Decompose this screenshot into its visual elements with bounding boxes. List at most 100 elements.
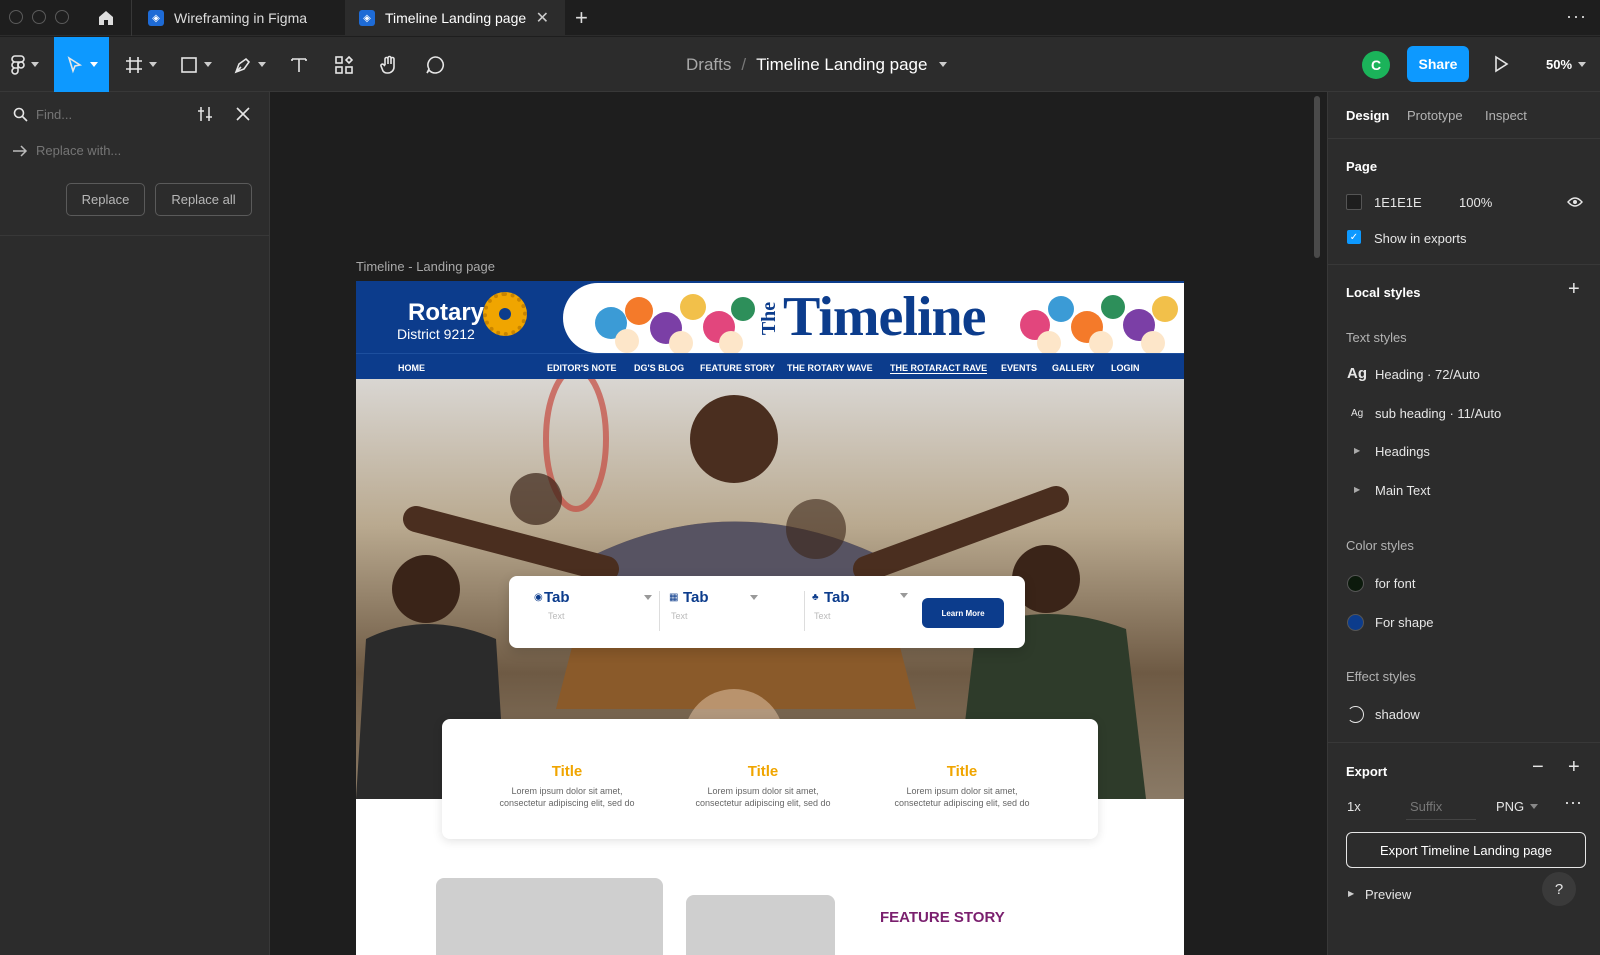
- page-color-value[interactable]: 1E1E1E: [1374, 195, 1422, 210]
- shape-tool-button[interactable]: [175, 37, 217, 92]
- illustrated-faces-right: [1020, 295, 1178, 353]
- vertical-scrollbar[interactable]: [1314, 96, 1320, 258]
- show-in-exports-checkbox[interactable]: ✓: [1347, 230, 1361, 244]
- export-scale[interactable]: 1x: [1347, 799, 1361, 814]
- card-text-1: Lorem ipsum dolor sit amet,: [511, 786, 623, 796]
- comment-tool-button[interactable]: [421, 37, 449, 92]
- eye-icon[interactable]: [1567, 196, 1583, 208]
- nav-events[interactable]: EVENTS: [1001, 363, 1037, 373]
- chevron-down-icon: [644, 595, 652, 600]
- info-card-2[interactable]: Title Lorem ipsum dolor sit amet, consec…: [678, 763, 848, 808]
- zoom-dropdown[interactable]: 50%: [1546, 37, 1587, 92]
- avatar[interactable]: C: [1362, 51, 1390, 79]
- color-swatch-for-font: [1347, 575, 1364, 592]
- color-style-for-font[interactable]: for font: [1375, 576, 1415, 591]
- nav-home[interactable]: HOME: [398, 363, 425, 373]
- window-minimize-button[interactable]: [32, 10, 46, 24]
- new-tab-icon[interactable]: +: [575, 5, 588, 31]
- home-icon[interactable]: [96, 8, 116, 28]
- search-tab-2[interactable]: ▦ Tab Text: [669, 589, 789, 629]
- chevron-down-icon: [900, 593, 908, 598]
- card-title: Title: [747, 763, 779, 780]
- nav-editors-note[interactable]: EDITOR'S NOTE: [547, 363, 616, 373]
- nav-dgs-blog[interactable]: DG'S BLOG: [634, 363, 684, 373]
- text-icon: [291, 57, 307, 72]
- divider: [1328, 264, 1600, 265]
- chevron-down-icon: [750, 595, 758, 600]
- pen-tool-button[interactable]: [229, 37, 271, 92]
- more-options-icon[interactable]: ···: [1566, 6, 1587, 27]
- title-bar: ◈ Wireframing in Figma ◈ Timeline Landin…: [0, 0, 1600, 36]
- color-style-for-shape[interactable]: For shape: [1375, 615, 1434, 630]
- tab-wireframing[interactable]: ◈ Wireframing in Figma: [148, 0, 343, 36]
- tab-label: Timeline Landing page: [385, 10, 527, 26]
- close-icon[interactable]: [236, 107, 250, 121]
- present-button[interactable]: [1493, 55, 1509, 78]
- frame-tool-button[interactable]: [120, 37, 162, 92]
- caret-right-icon[interactable]: ▶: [1354, 446, 1360, 455]
- info-card-3[interactable]: Title Lorem ipsum dolor sit amet, consec…: [877, 763, 1047, 808]
- page-color-swatch[interactable]: [1346, 194, 1362, 210]
- learn-more-button[interactable]: Learn More: [922, 598, 1004, 628]
- play-icon: [1495, 55, 1509, 73]
- nav-gallery[interactable]: GALLERY: [1052, 363, 1095, 373]
- tab-inspect[interactable]: Inspect: [1485, 108, 1527, 123]
- caret-right-icon[interactable]: ▶: [1354, 485, 1360, 494]
- export-format-dropdown[interactable]: PNG: [1496, 799, 1539, 814]
- file-name[interactable]: Timeline Landing page: [756, 55, 927, 75]
- help-button[interactable]: ?: [1542, 872, 1576, 906]
- tab-separator: [131, 0, 132, 36]
- text-style-subheading[interactable]: sub heading · 11/Auto: [1375, 406, 1501, 421]
- local-styles-heading: Local styles: [1346, 285, 1421, 300]
- info-card-1[interactable]: Title Lorem ipsum dolor sit amet, consec…: [482, 763, 652, 808]
- nav-feature-story[interactable]: FEATURE STORY: [700, 363, 775, 373]
- text-tool-button[interactable]: [285, 37, 313, 92]
- window-close-button[interactable]: [9, 10, 23, 24]
- search-tab-1[interactable]: ◉ Tab Text: [534, 589, 654, 629]
- close-tab-icon[interactable]: ✕: [536, 8, 549, 28]
- preview-toggle[interactable]: Preview: [1365, 887, 1411, 902]
- divider: [1328, 138, 1600, 139]
- chevron-down-icon[interactable]: [939, 62, 948, 67]
- add-export-icon[interactable]: +: [1568, 756, 1580, 779]
- caret-right-icon[interactable]: ▶: [1348, 889, 1354, 898]
- tab-timeline-active[interactable]: ◈ Timeline Landing page ✕: [345, 0, 565, 36]
- export-button[interactable]: Export Timeline Landing page: [1346, 832, 1586, 868]
- page-opacity-value[interactable]: 100%: [1459, 195, 1492, 210]
- hand-tool-button[interactable]: [375, 37, 403, 92]
- search-tab-3[interactable]: ♣ Tab Text: [812, 589, 932, 629]
- window-maximize-button[interactable]: [55, 10, 69, 24]
- remove-export-icon[interactable]: −: [1532, 756, 1544, 779]
- frame-label[interactable]: Timeline - Landing page: [356, 259, 495, 274]
- export-suffix-input[interactable]: Suffix: [1410, 799, 1442, 814]
- group-main-text[interactable]: Main Text: [1375, 483, 1430, 498]
- tab-prototype[interactable]: Prototype: [1407, 108, 1463, 123]
- tab-design[interactable]: Design: [1346, 108, 1389, 123]
- effect-style-shadow[interactable]: shadow: [1375, 707, 1420, 722]
- landing-page-frame[interactable]: Rotary District 9212 The Timeline HOME E…: [356, 281, 1184, 955]
- share-button[interactable]: Share: [1407, 46, 1469, 82]
- filter-settings-icon[interactable]: [197, 106, 213, 122]
- divider: [0, 235, 270, 236]
- nav-rotaract-rave[interactable]: THE ROTARACT RAVE: [890, 363, 988, 374]
- text-style-heading[interactable]: Heading · 72/Auto: [1375, 367, 1480, 382]
- replace-button[interactable]: Replace: [66, 183, 145, 216]
- find-input[interactable]: [36, 102, 186, 126]
- cursor-icon: [67, 55, 82, 73]
- export-settings-icon[interactable]: ···: [1564, 792, 1582, 813]
- tab-label: Tab: [683, 589, 709, 606]
- show-in-exports-label: Show in exports: [1374, 231, 1467, 246]
- canvas[interactable]: Timeline - Landing page Rotary District …: [270, 92, 1327, 955]
- add-style-icon[interactable]: +: [1568, 278, 1580, 301]
- replace-input[interactable]: [36, 138, 236, 162]
- resources-tool-button[interactable]: [330, 37, 358, 92]
- nav-login[interactable]: LOGIN: [1111, 363, 1140, 373]
- replace-all-button[interactable]: Replace all: [155, 183, 252, 216]
- main-menu-button[interactable]: [6, 37, 44, 92]
- group-headings[interactable]: Headings: [1375, 444, 1430, 459]
- card-title: Title: [551, 763, 583, 780]
- nav-rotary-wave[interactable]: THE ROTARY WAVE: [787, 363, 873, 373]
- card-text-1: Lorem ipsum dolor sit amet,: [707, 786, 819, 796]
- breadcrumb-drafts[interactable]: Drafts: [686, 55, 731, 75]
- move-tool-button[interactable]: [54, 37, 109, 92]
